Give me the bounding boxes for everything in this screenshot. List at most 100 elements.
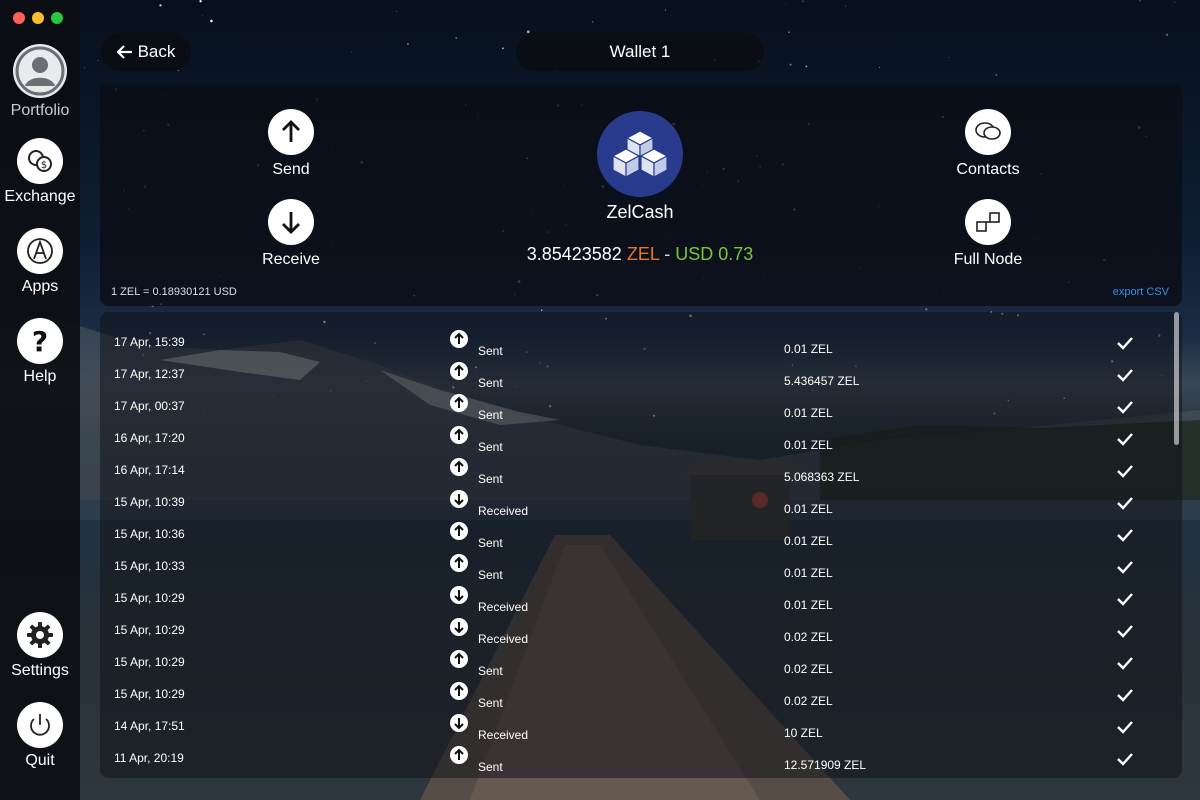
checkmark-icon: [1116, 430, 1134, 448]
send-label: Send: [272, 161, 310, 178]
arrow-up-icon: [450, 394, 468, 412]
contacts-button[interactable]: Contacts: [938, 109, 1038, 179]
transactions-scrollbar[interactable]: [1174, 312, 1179, 445]
arrow-up-icon: [450, 362, 468, 380]
sidebar-item-label: Portfolio: [10, 102, 70, 119]
transaction-date: 17 Apr, 00:37: [114, 399, 185, 413]
window-maximize-button[interactable]: [51, 12, 63, 24]
balance-amount: 3.85423582: [526, 244, 622, 264]
transaction-row[interactable]: 15 Apr, 10:29 Sent 0.02 ZEL: [100, 675, 1170, 710]
sidebar-item-help[interactable]: ? Help: [0, 318, 80, 386]
balance-display: 3.85423582 ZEL - USD 0.73: [440, 244, 840, 265]
sidebar-item-portfolio[interactable]: Portfolio: [0, 44, 80, 120]
sidebar-item-settings[interactable]: Settings: [0, 612, 80, 680]
sidebar-item-exchange[interactable]: $ Exchange: [0, 138, 80, 206]
sidebar-item-label: Quit: [25, 752, 55, 769]
transaction-date: 15 Apr, 10:29: [114, 623, 185, 637]
zelcash-logo-icon: [597, 111, 683, 197]
transaction-amount: 0.01 ZEL: [784, 406, 833, 420]
transaction-amount: 0.01 ZEL: [784, 534, 833, 548]
arrow-up-icon: [450, 330, 468, 348]
back-button[interactable]: Back: [101, 33, 191, 71]
transaction-amount: 0.02 ZEL: [784, 662, 833, 676]
transaction-row[interactable]: 17 Apr, 15:39 Sent 0.01 ZEL: [100, 323, 1170, 358]
transaction-amount: 10 ZEL: [784, 726, 823, 740]
transaction-row[interactable]: 15 Apr, 10:29 Received 0.02 ZEL: [100, 611, 1170, 646]
checkmark-icon: [1116, 718, 1134, 736]
checkmark-icon: [1116, 462, 1134, 480]
arrow-up-icon: [450, 682, 468, 700]
transaction-row[interactable]: 15 Apr, 10:33 Sent 0.01 ZEL: [100, 547, 1170, 582]
checkmark-icon: [1116, 590, 1134, 608]
transaction-date: 15 Apr, 10:36: [114, 527, 185, 541]
window-minimize-button[interactable]: [32, 12, 44, 24]
sidebar-item-apps[interactable]: Apps: [0, 228, 80, 296]
send-button[interactable]: Send: [241, 109, 341, 179]
arrow-up-icon: [450, 458, 468, 476]
transaction-row[interactable]: 15 Apr, 10:36 Sent 0.01 ZEL: [100, 515, 1170, 550]
arrow-up-icon: [450, 522, 468, 540]
transaction-date: 11 Apr, 20:19: [114, 751, 184, 765]
sidebar-item-label: Exchange: [4, 188, 76, 205]
transaction-row[interactable]: 14 Apr, 17:51 Received 10 ZEL: [100, 707, 1170, 742]
transaction-row[interactable]: 17 Apr, 00:37 Sent 0.01 ZEL: [100, 387, 1170, 422]
transaction-amount: 0.02 ZEL: [784, 694, 833, 708]
export-csv-link[interactable]: export CSV: [1113, 286, 1169, 298]
balance-separator: -: [664, 244, 671, 264]
node-cubes-icon: [965, 199, 1011, 245]
arrow-down-icon: [450, 490, 468, 508]
receive-button[interactable]: Receive: [241, 199, 341, 269]
contacts-label: Contacts: [956, 161, 1020, 178]
coin-name: ZelCash: [606, 202, 674, 222]
window-close-button[interactable]: [13, 12, 25, 24]
transaction-amount: 5.436457 ZEL: [784, 374, 860, 388]
transaction-type: Sent: [478, 760, 503, 774]
transaction-row[interactable]: 16 Apr, 17:20 Sent 0.01 ZEL: [100, 419, 1170, 454]
balance-ticker: ZEL: [626, 244, 660, 264]
checkmark-icon: [1116, 750, 1134, 768]
arrow-down-icon: [450, 586, 468, 604]
chat-bubbles-icon: [965, 109, 1011, 155]
transaction-date: 15 Apr, 10:39: [114, 495, 185, 509]
sidebar: Portfolio $ Exchange Apps ? Help Setting…: [0, 0, 80, 800]
checkmark-icon: [1116, 366, 1134, 384]
sidebar-item-label: Settings: [11, 662, 69, 679]
checkmark-icon: [1116, 686, 1134, 704]
transaction-date: 15 Apr, 10:29: [114, 687, 185, 701]
transaction-date: 17 Apr, 12:37: [114, 367, 185, 381]
transaction-row[interactable]: 17 Apr, 12:37 Sent 5.436457 ZEL: [100, 355, 1170, 390]
checkmark-icon: [1116, 334, 1134, 352]
user-avatar-icon: [13, 44, 67, 98]
exchange-rate: 1 ZEL = 0.18930121 USD: [111, 286, 237, 298]
arrow-up-icon: [450, 746, 468, 764]
checkmark-icon: [1116, 398, 1134, 416]
transaction-date: 16 Apr, 17:20: [114, 431, 185, 445]
page-title: Wallet 1: [609, 42, 671, 61]
transaction-date: 15 Apr, 10:33: [114, 559, 185, 573]
svg-text:?: ?: [32, 326, 48, 356]
transaction-amount: 0.01 ZEL: [784, 566, 833, 580]
transaction-amount: 5.068363 ZEL: [784, 470, 860, 484]
arrow-up-icon: [450, 426, 468, 444]
checkmark-icon: [1116, 558, 1134, 576]
balance-usd-value: USD 0.73: [675, 244, 754, 264]
svg-text:$: $: [41, 160, 47, 171]
transaction-amount: 0.01 ZEL: [784, 502, 833, 516]
transaction-row[interactable]: 15 Apr, 10:29 Received 0.01 ZEL: [100, 579, 1170, 614]
sidebar-item-label: Apps: [21, 278, 59, 295]
transaction-amount: 0.02 ZEL: [784, 630, 833, 644]
transaction-row[interactable]: 11 Apr, 20:19 Sent 12.571909 ZEL: [100, 739, 1170, 774]
transaction-date: 14 Apr, 17:51: [114, 719, 185, 733]
transaction-row[interactable]: 15 Apr, 10:39 Received 0.01 ZEL: [100, 483, 1170, 518]
transaction-row[interactable]: 15 Apr, 10:29 Sent 0.02 ZEL: [100, 643, 1170, 678]
arrow-down-icon: [268, 199, 314, 245]
arrow-left-icon: [116, 45, 132, 59]
checkmark-icon: [1116, 622, 1134, 640]
receive-label: Receive: [262, 251, 320, 268]
transaction-row[interactable]: 16 Apr, 17:14 Sent 5.068363 ZEL: [100, 451, 1170, 486]
arrow-down-icon: [450, 714, 468, 732]
arrow-up-icon: [450, 650, 468, 668]
full-node-button[interactable]: Full Node: [938, 199, 1038, 269]
power-icon: [17, 702, 63, 748]
sidebar-item-quit[interactable]: Quit: [0, 702, 80, 770]
